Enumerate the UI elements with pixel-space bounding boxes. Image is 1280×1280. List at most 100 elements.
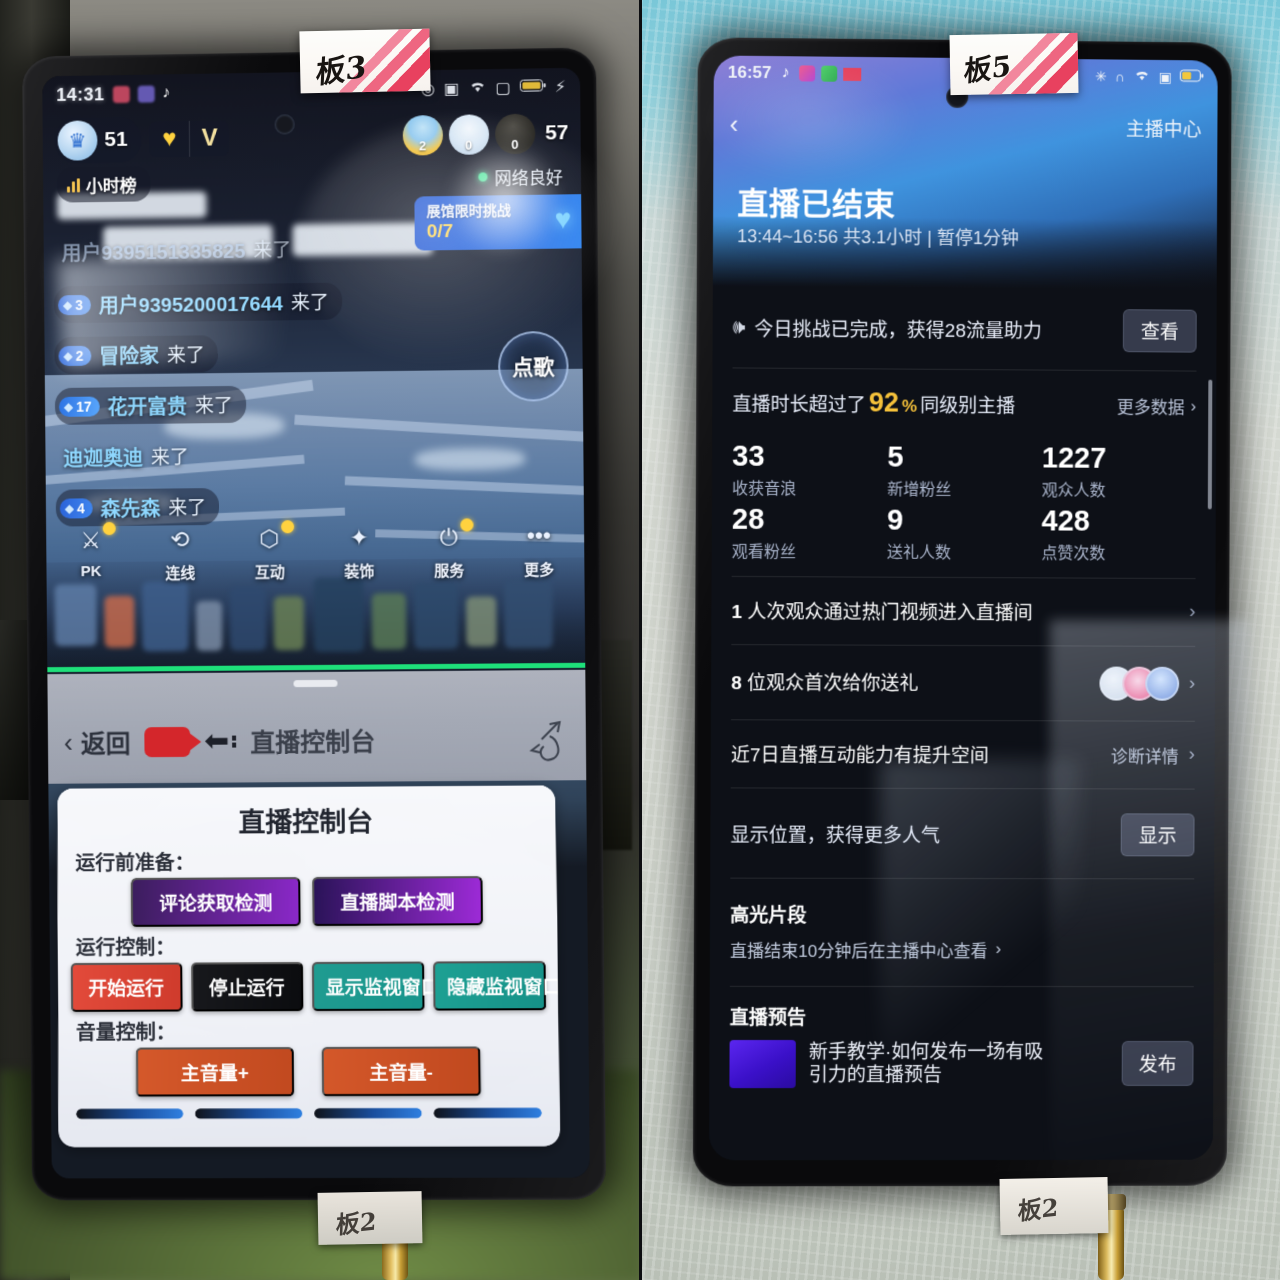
more-data-link[interactable]: 更多数据 › xyxy=(1117,393,1196,418)
viewer-rank-2: 2 xyxy=(419,138,426,153)
chat-row[interactable]: 迪迦奥迪 来了 xyxy=(55,434,475,476)
challenge-notice-row: 🕪 今日挑战已完成，获得28流量助力 查看 xyxy=(733,286,1197,370)
arrow-bars-icon xyxy=(232,736,236,748)
volume-slider[interactable] xyxy=(195,1108,302,1118)
more-data-label: 更多数据 xyxy=(1117,393,1185,418)
chevron-left-icon[interactable]: ‹ xyxy=(730,108,739,139)
resize-gesture-icon[interactable] xyxy=(519,714,570,765)
location-row: 显示位置，获得更多人气 显示 xyxy=(730,788,1194,878)
volume-slider[interactable] xyxy=(434,1108,542,1118)
chat-row[interactable]: ◆ 3 用户9395200017644 来了 xyxy=(54,281,474,323)
control-bar-title: 直播控制台 xyxy=(250,723,375,760)
host-info-pill[interactable]: ♛ 51 xyxy=(54,117,141,164)
page-title: 直播已结束 xyxy=(737,178,895,224)
hour-rank-badge[interactable]: 小时榜 xyxy=(57,166,151,202)
first-gift-count: 8 xyxy=(731,673,742,694)
publish-button[interactable]: 发布 xyxy=(1122,1041,1194,1086)
camera-recording-icon[interactable] xyxy=(144,727,190,757)
first-gift-label: 位观众首次给你送礼 xyxy=(742,673,919,695)
chat-level-value: 2 xyxy=(76,347,84,363)
toolbar-item-interact[interactable]: ⬡ 互动 xyxy=(232,518,306,583)
chevron-right-icon: › xyxy=(1189,601,1195,623)
sticky-note-label: 板3 xyxy=(299,29,430,94)
home-indicator-pill[interactable] xyxy=(293,680,337,687)
highlight-subtitle-row[interactable]: 直播结束10分钟后在主播中心查看 › xyxy=(730,937,1194,962)
stat-cell-gifters: 9 送礼人数 xyxy=(887,505,1042,563)
viewer-avatar-1[interactable]: 2 xyxy=(402,115,442,156)
chat-row[interactable]: 用户9395151335825 来了 xyxy=(53,228,473,271)
back-button[interactable]: ‹ 返回 xyxy=(64,724,131,760)
host-follow-count: 51 xyxy=(104,128,127,152)
comment-fetch-test-button[interactable]: 评论获取检测 xyxy=(131,877,301,927)
challenge-card[interactable]: 展馆限时挑战 0/7 ♥ xyxy=(414,194,581,250)
anchor-center-link[interactable]: 主播中心 xyxy=(1126,114,1202,142)
hot-video-entry-row[interactable]: 1 人次观众通过热门视频进入直播间 › xyxy=(731,577,1195,646)
duration-rank-suffix: 同级别主播 xyxy=(920,391,1015,419)
toolbar-item-service[interactable]: ⏻ 服务 xyxy=(412,516,487,581)
arrow-glyph-icon: ⬅ xyxy=(204,727,229,757)
avatar[interactable]: ♛ xyxy=(57,120,97,160)
douyin-icon: ♪ xyxy=(781,64,789,82)
viewer-rank-0: 0 xyxy=(465,138,472,153)
show-monitor-button[interactable]: 显示监视窗口 xyxy=(311,962,424,1012)
avatar-glyph-icon: ♛ xyxy=(69,128,87,153)
heart-badge-icon[interactable]: ♥ xyxy=(149,121,189,158)
stat-value: 9 xyxy=(887,505,1042,538)
live-script-test-button[interactable]: 直播脚本检测 xyxy=(312,876,483,926)
viewer-count: 57 xyxy=(545,121,569,145)
right-phone-screen: 16:57 ♪ ✳ ∩ ▣ ‹ 主播中心 直播已结束 13:44~16:56 共… xyxy=(709,55,1218,1160)
bar-chart-icon xyxy=(67,178,80,192)
chat-row[interactable]: ◆ 2 冒险家 来了 xyxy=(54,332,474,374)
live-host-row: ♛ 51 ♥ V 2 0 0 57 xyxy=(43,110,581,164)
hide-monitor-button[interactable]: 隐藏监视窗口 xyxy=(433,961,546,1011)
first-gift-row[interactable]: 8 位观众首次给你送礼 › xyxy=(731,645,1195,721)
chat-level-badge: ◆ 2 xyxy=(58,345,91,365)
volume-down-button[interactable]: 主音量- xyxy=(322,1047,481,1097)
wifi-icon xyxy=(468,79,486,98)
toolbar-item-linkmic[interactable]: ⟲ 连线 xyxy=(143,519,217,584)
toolbar-item-decorate[interactable]: ✦ 装饰 xyxy=(322,517,397,582)
toolbar-item-more[interactable]: ••• 更多 xyxy=(502,515,577,580)
sticky-note-label: 板5 xyxy=(949,33,1078,95)
stat-value: 5 xyxy=(887,443,1042,476)
percent-symbol: % xyxy=(902,397,917,417)
sim-icon: ▣ xyxy=(1159,68,1172,85)
start-run-button[interactable]: 开始运行 xyxy=(70,963,182,1012)
battery-icon xyxy=(520,78,546,97)
stat-value: 1227 xyxy=(1042,443,1196,476)
interaction-diagnosis-text: 近7日直播互动能力有提升空间 xyxy=(731,740,989,768)
back-arrow-icon[interactable]: ⬅ xyxy=(204,727,236,757)
view-button[interactable]: 查看 xyxy=(1123,309,1197,352)
volume-slider[interactable] xyxy=(314,1108,422,1118)
wifi-icon xyxy=(1133,69,1151,85)
volume-up-button[interactable]: 主音量+ xyxy=(136,1047,294,1097)
challenge-notice-text: 今日挑战已完成，获得28流量助力 xyxy=(754,314,1042,343)
volume-slider-row xyxy=(76,1108,541,1119)
show-location-button[interactable]: 显示 xyxy=(1121,813,1195,856)
badge-group[interactable]: ♥ V xyxy=(149,120,229,157)
preview-card[interactable]: 新手教学·如何发布一场有吸引力的直播预告 发布 xyxy=(729,1040,1193,1088)
app-icon-purple xyxy=(137,85,154,102)
app-pink-icon xyxy=(800,65,816,81)
sticky-note-bottom-text: 板2 xyxy=(999,1172,1108,1229)
interaction-diagnosis-row[interactable]: 近7日直播互动能力有提升空间 诊断详情 › xyxy=(731,720,1195,788)
charging-icon: ⚡ xyxy=(555,77,566,97)
sticky-note-bottom: 板2 xyxy=(1000,1177,1109,1235)
status-time: 16:57 xyxy=(728,63,772,83)
toolbar-item-pk[interactable]: ⚔ PK xyxy=(54,520,128,581)
viewer-avatar-3[interactable]: 0 xyxy=(495,114,536,155)
gifter-avatar-stack[interactable] xyxy=(1099,666,1179,700)
volume-slider[interactable] xyxy=(76,1109,183,1119)
challenge-progress: 0/7 xyxy=(427,219,574,243)
right-photo-panel: 16:57 ♪ ✳ ∩ ▣ ‹ 主播中心 直播已结束 13:44~16:56 共… xyxy=(640,0,1280,1280)
viewer-avatar-2[interactable]: 0 xyxy=(448,114,489,155)
scrollbar[interactable] xyxy=(1208,380,1213,510)
stop-run-button[interactable]: 停止运行 xyxy=(191,962,303,1011)
v-badge-icon[interactable]: V xyxy=(189,120,229,157)
chevron-right-icon: › xyxy=(1191,396,1197,416)
diamond-icon: ◆ xyxy=(64,399,73,413)
chat-action: 来了 xyxy=(167,340,205,367)
stat-cell-viewers: 1227 观众人数 xyxy=(1042,443,1196,501)
challenge-heart-icon: ♥ xyxy=(554,203,571,235)
chat-row[interactable]: ◆ 17 花开富贵 来了 xyxy=(55,383,475,425)
